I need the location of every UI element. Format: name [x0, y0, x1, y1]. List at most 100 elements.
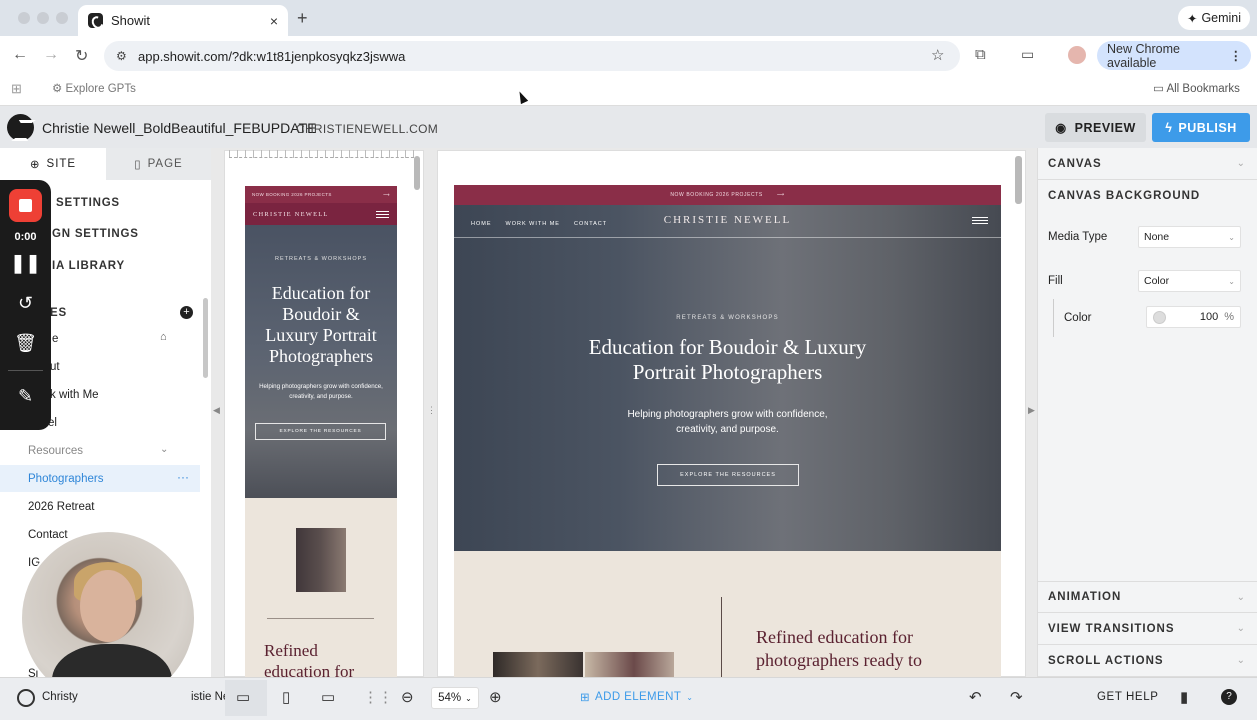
showit-logo-icon[interactable] — [7, 114, 34, 141]
page-item-work-with-me[interactable]: k with Me — [50, 389, 99, 401]
sidebar-media-library[interactable]: IA LIBRARY — [52, 260, 125, 272]
pause-icon[interactable]: ❚❚ — [0, 253, 51, 274]
bookmark-star-icon[interactable]: ☆ — [931, 46, 944, 64]
mobile-scrollbar[interactable] — [414, 156, 420, 190]
new-tab-button[interactable]: + — [297, 8, 308, 29]
mobile-arrow-icon: ⟶ — [383, 191, 390, 197]
desktop-mobile-view-icon[interactable]: ▭ — [236, 688, 250, 706]
desktop-announcement-bar[interactable]: NOW BOOKING 2026 PROJECTS ⟶ — [454, 185, 1001, 205]
tab-page[interactable]: ▯ PAGE — [106, 148, 211, 180]
apps-grid-icon[interactable]: ⊞ — [11, 81, 22, 97]
all-bookmarks[interactable]: ▭ All Bookmarks — [1153, 81, 1240, 95]
desktop-hero[interactable]: HOME WORK WITH ME CONTACT CHRISTIE NEWEL… — [454, 205, 1001, 551]
desktop-scrollbar[interactable] — [1015, 156, 1022, 204]
zoom-in-icon[interactable]: ⊕ — [489, 688, 502, 706]
more-horizontal-icon[interactable]: ··· — [177, 470, 189, 484]
new-chrome-available-button[interactable]: New Chrome available ⋮ — [1097, 41, 1251, 70]
browser-tab[interactable]: Showit × — [78, 5, 288, 36]
page-item-home[interactable]: e — [52, 333, 58, 345]
chevron-down-icon: ⌄ — [1236, 591, 1246, 603]
more-vert-icon[interactable]: ⋮ — [1230, 48, 1243, 63]
bookmarks-bar — [0, 76, 1257, 106]
mobile-hero-button[interactable]: EXPLORE THE RESOURCES — [255, 423, 386, 440]
color-swatch[interactable] — [1153, 310, 1166, 324]
site-title[interactable]: Christie Newell_BoldBeautiful_FEBUPDATE — [42, 120, 316, 136]
url-bar[interactable]: ⚙ app.showit.com/?dk:w1t81jenpkosyqkz3js… — [104, 41, 960, 71]
extensions-icon[interactable]: ⧉ — [975, 46, 986, 63]
color-opacity-value[interactable]: 100 — [1200, 311, 1218, 323]
webcam-face — [80, 570, 136, 642]
gemini-button[interactable]: ✦ Gemini — [1178, 6, 1250, 30]
profile-avatar-icon[interactable] — [1068, 46, 1086, 64]
media-type-select[interactable]: None ⌄ — [1138, 226, 1241, 248]
desktop-hero-button[interactable]: EXPLORE THE RESOURCES — [657, 464, 799, 486]
page-item-photographers[interactable]: Photographers — [28, 473, 103, 485]
collapse-right-icon[interactable]: ▶ — [1028, 405, 1035, 416]
window-zoom-dot[interactable] — [56, 12, 68, 24]
mobile-hero[interactable]: RETREATS & WORKSHOPS Education for Boudo… — [245, 225, 397, 498]
add-element-button[interactable]: ⊞ ADD ELEMENT ⌄ — [580, 690, 693, 704]
fill-select[interactable]: Color ⌄ — [1138, 270, 1241, 292]
add-page-icon[interactable]: + — [180, 306, 193, 319]
window-minimize-dot[interactable] — [37, 12, 49, 24]
preview-button[interactable]: ◉ PREVIEW — [1045, 113, 1146, 142]
back-arrow-icon[interactable]: ← — [12, 46, 28, 64]
stop-record-button[interactable] — [9, 189, 42, 222]
canvas-section-header[interactable]: CANVAS ⌄ — [1037, 148, 1257, 180]
trash-icon[interactable]: 🗑 — [0, 333, 51, 354]
page-item-resources[interactable]: Resources — [28, 445, 83, 457]
hamburger-icon[interactable] — [376, 210, 389, 218]
desktop-hamburger-icon[interactable] — [972, 217, 988, 224]
page-item-contact[interactable]: Contact — [28, 529, 68, 541]
desktop-hero-sub: Helping photographers grow with confiden… — [627, 409, 828, 435]
desktop-view-icon[interactable]: ▭ — [321, 688, 335, 706]
mobile-section-heading[interactable]: Refined education for — [264, 640, 374, 682]
undo-icon[interactable]: ↶ — [969, 688, 982, 706]
animation-section-header[interactable]: ANIMATION ⌄ — [1037, 581, 1257, 613]
tab-close-icon[interactable]: × — [270, 13, 278, 29]
sidebar-design-settings[interactable]: IGN SETTINGS — [48, 228, 139, 240]
sidebar-scrollbar[interactable] — [203, 298, 208, 378]
scroll-actions-section-header[interactable]: SCROLL ACTIONS ⌄ — [1037, 645, 1257, 677]
sidebar-site-settings[interactable]: SETTINGS — [56, 197, 120, 209]
mobile-photo[interactable] — [296, 528, 346, 592]
publish-button[interactable]: ϟ PUBLISH — [1152, 113, 1250, 142]
desktop-section-heading[interactable]: Refined education for photographers read… — [756, 626, 996, 677]
docs-book-icon[interactable]: ▮ — [1180, 688, 1188, 706]
collapse-left-icon[interactable]: ◀ — [213, 405, 220, 416]
mobile-view-icon[interactable]: ▯ — [282, 688, 290, 706]
grid-icon[interactable]: ⋮⋮ — [363, 688, 393, 706]
user-icon[interactable] — [17, 689, 35, 707]
site-settings-icon[interactable]: ⚙ — [116, 49, 127, 63]
redo-icon[interactable]: ↷ — [1010, 688, 1023, 706]
mobile-nav[interactable]: CHRISTIE NEWELL — [245, 203, 397, 225]
forward-arrow-icon[interactable]: → — [43, 46, 59, 64]
get-help-link[interactable]: GET HELP — [1097, 691, 1158, 703]
cast-icon[interactable]: ▭ — [1021, 46, 1034, 63]
page-item-2026-retreat[interactable]: 2026 Retreat — [28, 501, 95, 513]
color-field[interactable]: 100 % — [1146, 306, 1241, 328]
bookmark-explore-gpts[interactable]: ⚙ Explore GPTs — [52, 81, 136, 95]
desktop-photo-1[interactable] — [493, 652, 583, 677]
window-close-dot[interactable] — [18, 12, 30, 24]
restart-icon[interactable]: ↺ — [0, 293, 51, 314]
mobile-announcement-bar[interactable]: NOW BOOKING 2026 PROJECTS ⟶ — [245, 186, 397, 203]
page-item-about[interactable]: ut — [50, 361, 60, 373]
mobile-hero-headline: Education for Boudoir & Luxury Portrait … — [265, 283, 377, 366]
reload-icon[interactable]: ↻ — [75, 46, 88, 66]
zoom-level-select[interactable]: 54% ⌄ — [431, 687, 479, 709]
chevron-down-icon[interactable]: ⌄ — [160, 444, 168, 455]
zoom-out-icon[interactable]: ⊖ — [401, 688, 414, 706]
preview-label: PREVIEW — [1074, 120, 1136, 135]
chat-help-icon[interactable]: ? — [1221, 689, 1237, 705]
tab-page-label: PAGE — [147, 158, 183, 170]
resize-handle-icon[interactable]: ⋮ — [427, 405, 436, 416]
user-name[interactable]: Christy istie Newell) — [42, 691, 253, 703]
tab-site[interactable]: ⊕ SITE — [0, 148, 106, 180]
desktop-photo-2[interactable] — [585, 652, 674, 677]
canvas-background-label: CANVAS BACKGROUND — [1048, 190, 1201, 202]
fill-label: Fill — [1048, 275, 1063, 287]
pen-icon[interactable]: ✎ — [0, 386, 51, 407]
new-chrome-label: New Chrome available — [1107, 41, 1180, 70]
view-transitions-section-header[interactable]: VIEW TRANSITIONS ⌄ — [1037, 613, 1257, 645]
